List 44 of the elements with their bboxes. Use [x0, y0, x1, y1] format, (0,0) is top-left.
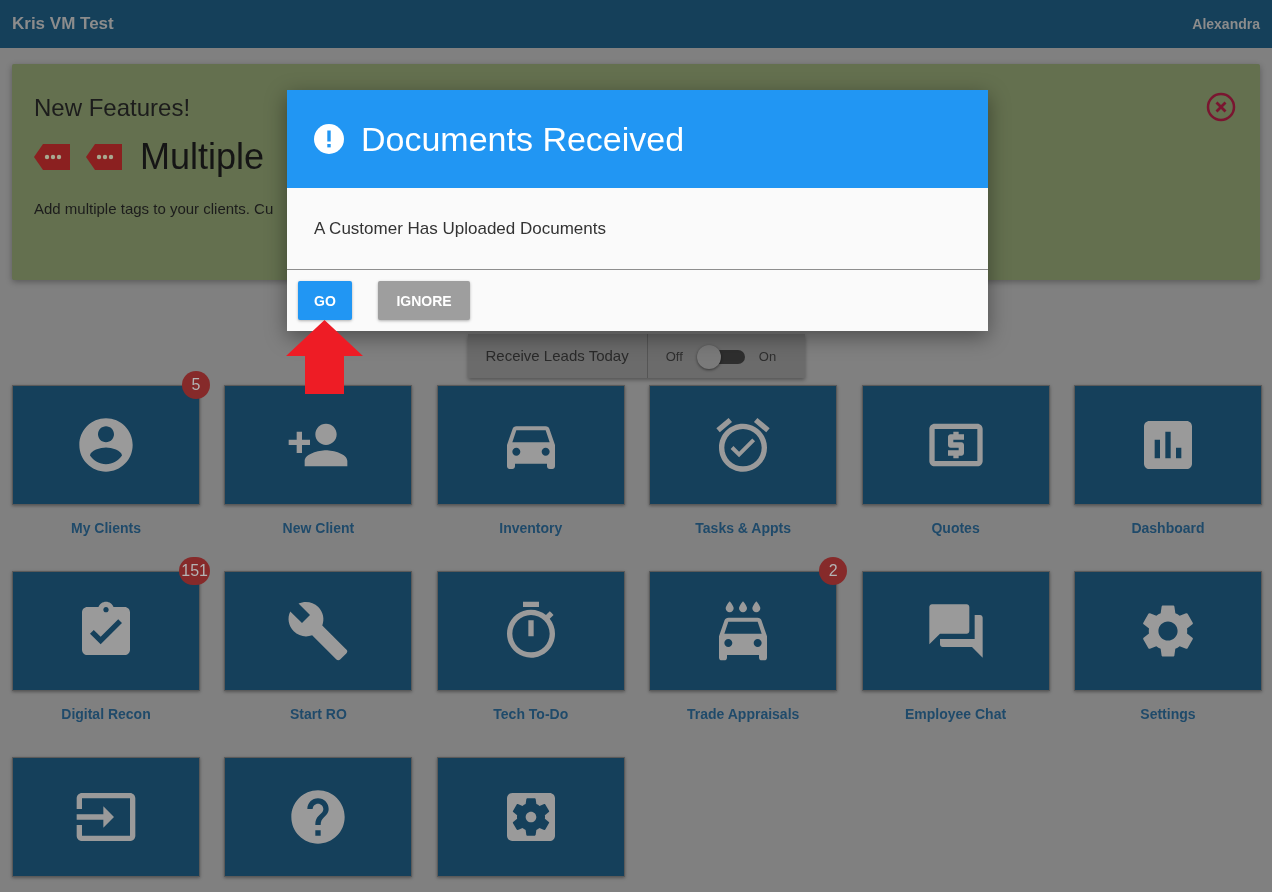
- tile-label: My Clients: [71, 520, 141, 536]
- feature-title: Multiple: [140, 136, 265, 178]
- tile-label: Settings: [1140, 706, 1196, 722]
- app-tile[interactable]: [861, 385, 1050, 505]
- app-tile[interactable]: [861, 571, 1050, 691]
- ignore-button[interactable]: IGNORE: [378, 281, 470, 320]
- app-tile[interactable]: [224, 385, 413, 505]
- feature-description: Add multiple tags to your clients. Cu: [34, 200, 275, 217]
- alert-icon: [313, 123, 345, 155]
- toggle-switch[interactable]: [696, 344, 745, 368]
- app-tile[interactable]: [224, 757, 413, 877]
- on-label: On: [758, 348, 777, 364]
- dialog-title: Documents Received: [361, 119, 685, 159]
- tile-label: New Client: [282, 520, 355, 536]
- app-tile[interactable]: [436, 571, 625, 691]
- app-tile[interactable]: [12, 757, 200, 877]
- count-badge: 151: [179, 557, 210, 585]
- dialog-message: A Customer Has Uploaded Documents: [314, 218, 606, 239]
- tile-label: Dashboard: [1131, 520, 1205, 536]
- app-tile[interactable]: [436, 385, 625, 505]
- count-badge: 5: [182, 371, 210, 399]
- banner-heading: New Features!: [34, 94, 191, 122]
- close-icon[interactable]: [1206, 92, 1236, 122]
- app-tile[interactable]: [1073, 385, 1262, 505]
- off-label: Off: [665, 348, 683, 364]
- tile-label: Tech To-Do: [493, 706, 569, 722]
- tile-label: Trade Appraisals: [687, 706, 800, 722]
- user-name[interactable]: Alexandra: [1192, 16, 1260, 32]
- app-tile[interactable]: [649, 385, 838, 505]
- tile-label: Quotes: [931, 520, 980, 536]
- app-tile[interactable]: [1073, 571, 1262, 691]
- toggle-label: Receive Leads Today: [467, 334, 648, 378]
- count-badge: 2: [819, 557, 848, 585]
- go-button[interactable]: GO: [298, 281, 352, 320]
- app-title: Kris VM Test: [12, 14, 114, 34]
- tile-label: Tasks & Appts: [695, 520, 791, 536]
- tag-icon: [34, 144, 70, 170]
- tile-label: Start RO: [290, 706, 347, 722]
- tile-label: Employee Chat: [905, 706, 1007, 722]
- tile-label: Digital Recon: [61, 706, 151, 722]
- tag-icon: [86, 144, 122, 170]
- app-tile[interactable]: [224, 571, 413, 691]
- tile-label: Inventory: [499, 520, 563, 536]
- app-tile[interactable]: [436, 757, 625, 877]
